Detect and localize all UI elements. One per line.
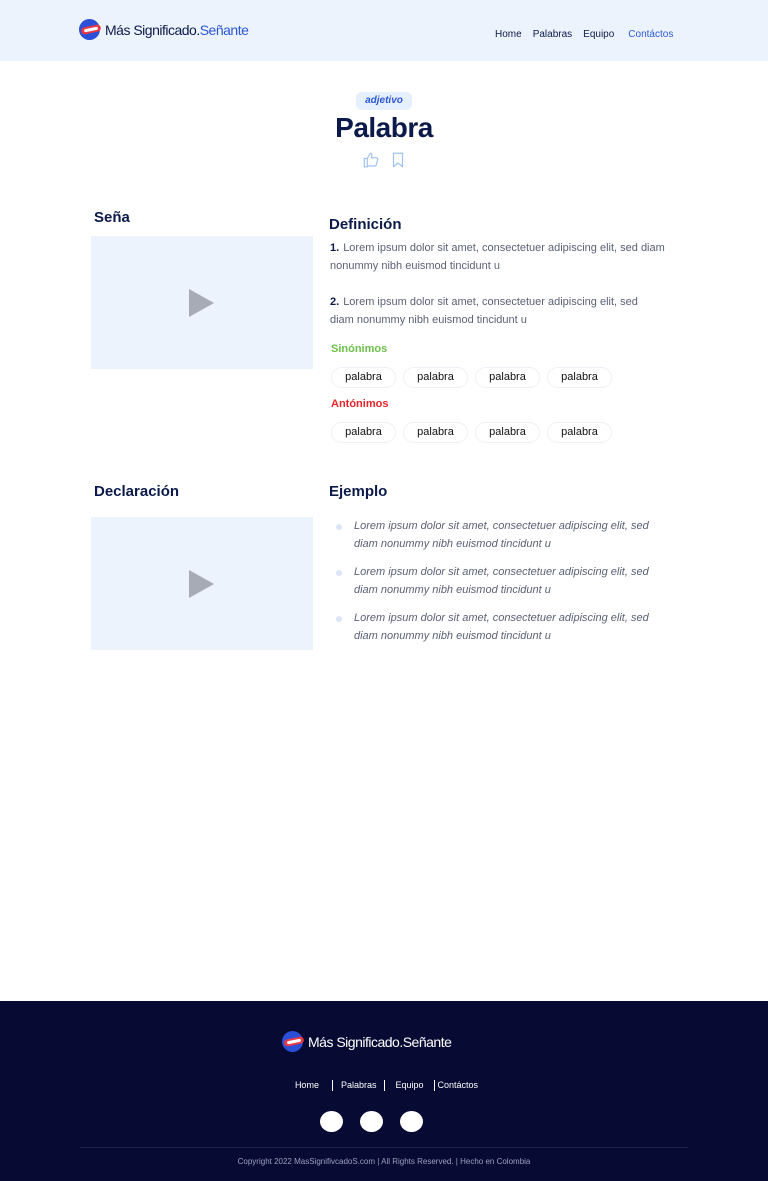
ejemplo-title: Ejemplo: [329, 483, 388, 500]
footer-nav-equipo[interactable]: Equipo: [384, 1080, 433, 1091]
antonimos-label: Antónimos: [331, 398, 389, 410]
antonym-chip[interactable]: palabra: [547, 422, 612, 443]
declaracion-video[interactable]: [91, 517, 313, 650]
footer-nav-home[interactable]: Home: [287, 1080, 332, 1091]
word-actions: [362, 151, 416, 169]
example-item: Lorem ipsum dolor sit amet, consectetuer…: [334, 517, 674, 553]
example-item: Lorem ipsum dolor sit amet, consectetuer…: [334, 563, 654, 599]
bullet-icon: [336, 616, 342, 622]
footer-nav-contactos[interactable]: Contáctos: [433, 1080, 482, 1091]
logo-text: Más Significado.Señante: [308, 1033, 452, 1050]
antonym-chip[interactable]: palabra: [331, 422, 396, 443]
definition-item: 1. Lorem ipsum dolor sit amet, consectetu…: [330, 239, 670, 275]
social-icon-3[interactable]: [400, 1111, 423, 1132]
definition-number: 1.: [330, 242, 340, 254]
synonym-chip[interactable]: palabra: [475, 367, 540, 388]
logo-text-part2: Señante: [402, 1033, 452, 1050]
synonym-chip[interactable]: palabra: [547, 367, 612, 388]
social-links: [320, 1111, 440, 1132]
copyright-text: Copyright 2022 MasSignifivcadoS.com | Al…: [237, 1157, 531, 1166]
play-icon[interactable]: [189, 289, 214, 317]
example-text: Lorem ipsum dolor sit amet, consectetuer…: [354, 520, 649, 550]
sinonimos-chips: palabra palabra palabra palabra: [331, 367, 619, 388]
bookmark-icon[interactable]: [389, 151, 407, 169]
site-header: Más Significado.Señante Home Palabras Eq…: [0, 0, 768, 61]
social-icon-2[interactable]: [360, 1111, 383, 1132]
social-icon-1[interactable]: [320, 1111, 343, 1132]
nav-contactos[interactable]: Contáctos: [628, 29, 673, 40]
logo-icon: [79, 19, 102, 40]
logo-icon: [282, 1031, 305, 1052]
play-icon[interactable]: [189, 570, 214, 598]
antonym-chip[interactable]: palabra: [403, 422, 468, 443]
definition-number: 2.: [330, 296, 340, 308]
definition-item: 2. Lorem ipsum dolor sit amet, consectetu…: [330, 293, 648, 329]
main-nav: Home Palabras Equipo Contáctos: [495, 29, 684, 40]
footer-nav: Home Palabras Equipo Contáctos: [0, 1080, 768, 1091]
definition-text: Lorem ipsum dolor sit amet, consectetuer…: [330, 242, 665, 272]
nav-palabras[interactable]: Palabras: [533, 29, 572, 40]
thumbs-up-icon[interactable]: [362, 151, 380, 169]
word-title: Palabra: [335, 112, 433, 143]
footer-logo[interactable]: Más Significado.Señante: [282, 1031, 452, 1052]
definicion-title: Definición: [329, 216, 402, 233]
footer-nav-palabras[interactable]: Palabras: [331, 1080, 385, 1091]
example-text: Lorem ipsum dolor sit amet, consectetuer…: [354, 612, 649, 642]
logo-text: Más Significado.Señante: [105, 21, 249, 38]
site-footer: Más Significado.Señante Home Palabras Eq…: [0, 1001, 768, 1181]
synonym-chip[interactable]: palabra: [403, 367, 468, 388]
antonym-chip[interactable]: palabra: [475, 422, 540, 443]
footer-divider: [80, 1147, 688, 1148]
antonimos-chips: palabra palabra palabra palabra: [331, 422, 619, 443]
sena-title: Seña: [94, 209, 130, 226]
nav-home[interactable]: Home: [495, 29, 522, 40]
bullet-icon: [336, 570, 342, 576]
definition-text: Lorem ipsum dolor sit amet, consectetuer…: [330, 296, 638, 326]
example-list: Lorem ipsum dolor sit amet, consectetuer…: [334, 517, 674, 655]
declaracion-title: Declaración: [94, 483, 180, 500]
example-text: Lorem ipsum dolor sit amet, consectetuer…: [354, 566, 649, 596]
example-item: Lorem ipsum dolor sit amet, consectetuer…: [334, 609, 654, 645]
word-type-badge: adjetivo: [356, 92, 412, 110]
logo-text-part2: Señante: [199, 21, 249, 38]
synonym-chip[interactable]: palabra: [331, 367, 396, 388]
logo-text-part1: Más Significado.: [105, 21, 200, 38]
nav-equipo[interactable]: Equipo: [583, 29, 614, 40]
sinonimos-label: Sinónimos: [331, 343, 388, 355]
sena-video[interactable]: [91, 236, 313, 369]
logo-text-part1: Más Significado.: [308, 1033, 403, 1050]
bullet-icon: [336, 524, 342, 530]
site-logo[interactable]: Más Significado.Señante: [79, 19, 249, 40]
